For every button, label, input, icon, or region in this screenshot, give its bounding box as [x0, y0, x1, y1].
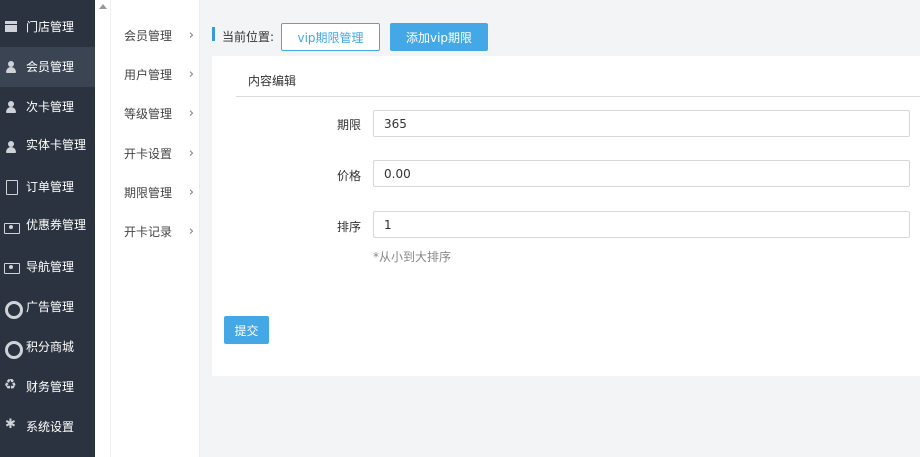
sidebar-item-label: 广告管理 [26, 300, 75, 314]
sidebar-item-members[interactable]: 会员管理 [0, 47, 95, 87]
chevron-right-icon: › [188, 184, 194, 200]
chevron-right-icon: › [188, 66, 194, 82]
sidebar-item-label: 会员管理 [26, 60, 75, 74]
sidebar-scrollbar[interactable] [95, 0, 111, 457]
tab-divider [236, 96, 920, 97]
sidebar-item-label: 积分商城 [26, 340, 75, 354]
user-icon [4, 60, 18, 74]
submenu-item-users[interactable]: 用户管理 › [124, 64, 194, 84]
sidebar-item-label: 实体卡管理 [26, 138, 87, 152]
chevron-right-icon: › [188, 27, 194, 43]
sidebar-item-orders[interactable]: 订单管理 [0, 167, 95, 207]
price-label: 价格 [336, 169, 361, 183]
user-icon [4, 140, 18, 154]
sidebar-item-label: 导航管理 [26, 260, 75, 274]
submenu-item-label: 开卡记录 [124, 224, 173, 239]
edit-panel: 内容编辑 期限 价格 排序 *从小到大排序 提交 [212, 56, 920, 376]
chevron-right-icon: › [188, 223, 194, 239]
submenu-item-card-settings[interactable]: 开卡设置 › [124, 143, 194, 163]
sidebar-item-coupons[interactable]: 优惠券管理 [0, 207, 95, 247]
vip-period-manage-button[interactable]: vip期限管理 [281, 23, 380, 51]
submenu-item-levels[interactable]: 等级管理 › [124, 103, 194, 123]
sidebar-item-label: 系统设置 [26, 420, 75, 434]
price-input[interactable] [373, 160, 910, 187]
sidebar-item-label: 次卡管理 [26, 100, 75, 114]
period-label: 期限 [336, 118, 361, 132]
sidebar-item-settings[interactable]: 系统设置 [0, 407, 95, 447]
order-input[interactable] [373, 211, 910, 238]
money-icon [4, 220, 20, 234]
breadcrumb-marker [212, 27, 215, 41]
sidebar-item-physical-card[interactable]: 实体卡管理 [0, 127, 95, 167]
submit-button[interactable]: 提交 [224, 316, 269, 344]
scroll-up-arrow-icon[interactable] [99, 4, 107, 9]
sidebar-item-label: 订单管理 [26, 180, 75, 194]
sidebar-item-ads[interactable]: 广告管理 [0, 287, 95, 327]
document-icon [4, 180, 18, 195]
breadcrumb-label: 当前位置: [222, 30, 275, 44]
user-icon [4, 100, 18, 114]
main-sidebar: 门店管理 会员管理 次卡管理 实体卡管理 订单管理 优惠券管理 导航管理 广告管… [0, 0, 95, 457]
money-icon [4, 260, 20, 274]
lifebuoy-icon [4, 300, 23, 319]
add-vip-period-button[interactable]: 添加vip期限 [390, 23, 488, 51]
sidebar-item-label: 财务管理 [26, 380, 75, 394]
sidebar-item-points-mall[interactable]: 积分商城 [0, 327, 95, 367]
sidebar-item-finance[interactable]: 财务管理 [0, 367, 95, 407]
chevron-right-icon: › [188, 105, 194, 121]
period-input[interactable] [373, 110, 910, 137]
submenu-item-period[interactable]: 期限管理 › [124, 182, 194, 202]
recycle-icon [4, 377, 18, 394]
sidebar-item-store[interactable]: 门店管理 [0, 7, 95, 47]
sub-menu: 会员管理 › 用户管理 › 等级管理 › 开卡设置 › 期限管理 › 开卡记录 … [111, 0, 200, 457]
submenu-item-label: 用户管理 [124, 67, 173, 82]
bank-icon [4, 20, 18, 34]
submenu-item-label: 等级管理 [124, 106, 173, 121]
submenu-item-label: 会员管理 [124, 28, 173, 43]
sidebar-item-navigation[interactable]: 导航管理 [0, 247, 95, 287]
chevron-right-icon: › [188, 145, 194, 161]
order-hint: *从小到大排序 [373, 250, 452, 264]
submenu-item-label: 开卡设置 [124, 146, 173, 161]
gear-icon [4, 417, 18, 434]
sidebar-item-times-card[interactable]: 次卡管理 [0, 87, 95, 127]
tab-content-edit[interactable]: 内容编辑 [248, 72, 296, 89]
sidebar-item-label: 门店管理 [26, 20, 75, 34]
breadcrumb: 当前位置: vip期限管理 添加vip期限 [212, 20, 920, 54]
order-label: 排序 [336, 220, 361, 234]
lifebuoy-icon [4, 340, 23, 359]
submenu-item-card-records[interactable]: 开卡记录 › [124, 221, 194, 241]
submenu-item-label: 期限管理 [124, 185, 173, 200]
sidebar-item-label: 优惠券管理 [26, 218, 87, 232]
submenu-item-members[interactable]: 会员管理 › [124, 25, 194, 45]
